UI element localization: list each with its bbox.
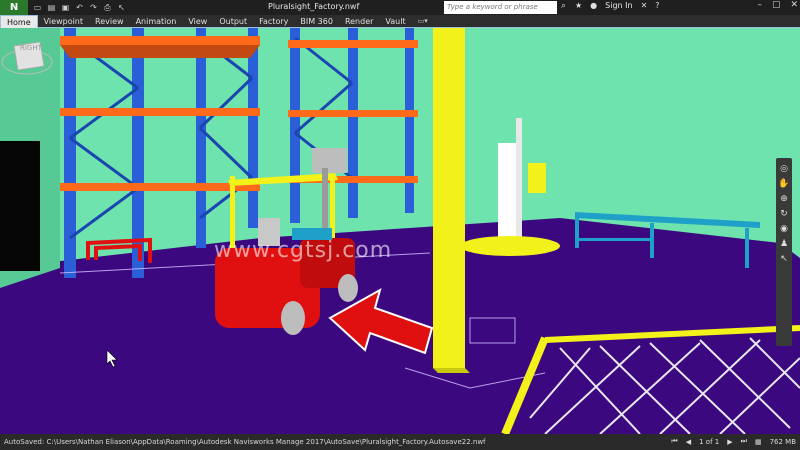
next-page-icon[interactable]: ▶ [727,438,732,446]
memory-usage: 762 MB [769,437,796,446]
doorway [0,141,40,271]
sign-in-link[interactable]: Sign In [605,1,632,10]
tab-bim360[interactable]: BIM 360 [294,15,339,28]
status-bar: AutoSaved: C:\Users\Nathan Eliason\AppDa… [0,434,800,450]
pallet-rack-right [288,28,418,223]
prev-page-icon[interactable]: ◀ [686,438,691,446]
tab-render[interactable]: Render [339,15,379,28]
3d-viewport[interactable]: RIGHT www.cgtsj.com ◎ ✋ ⊕ ↻ ◉ ♟ ↖ [0,28,800,434]
pan-icon[interactable]: ✋ [778,179,789,189]
ribbon-tabs: Home Viewpoint Review Animation View Out… [0,14,800,28]
open-icon[interactable]: ▤ [46,3,57,13]
search-input[interactable]: Type a keyword or phrase [444,1,557,14]
viewcube-face-label: RIGHT [20,44,43,52]
print-icon[interactable]: ⎙ [102,3,113,13]
performance-icon[interactable]: ▦ [755,438,762,446]
help-icon[interactable]: ? [655,1,659,10]
look-icon[interactable]: ◉ [780,224,788,234]
tab-review[interactable]: Review [89,15,130,28]
app-logo[interactable]: N [0,0,28,15]
exchange-icon[interactable]: ✕ [641,1,648,10]
close-icon[interactable]: ✕ [790,0,798,10]
minimize-icon[interactable]: – [757,0,762,10]
undo-icon[interactable]: ↶ [74,3,85,13]
select-icon[interactable]: ↖ [780,254,788,264]
star-icon[interactable]: ★ [575,1,582,10]
viewcube[interactable]: RIGHT [0,28,54,82]
orbit-icon[interactable]: ↻ [780,209,788,219]
tab-viewpoint[interactable]: Viewpoint [38,15,89,28]
tab-factory[interactable]: Factory [253,15,294,28]
redo-icon[interactable]: ↷ [88,3,99,13]
new-icon[interactable]: ▭ [32,3,43,13]
status-tools: ⏮ ◀ 1 of 1 ▶ ⏭ ▦ 762 MB [671,437,796,446]
tab-view[interactable]: View [182,15,213,28]
scene-render [0,28,800,434]
page-indicator: 1 of 1 [699,437,720,446]
document-title: Pluralsight_Factory.nwf [268,2,360,11]
window-controls: – ▢ ✕ [757,0,798,10]
maximize-icon[interactable]: ▢ [772,0,781,10]
ribbon-minimize-icon[interactable]: ▭▾ [418,17,428,25]
user-icon[interactable]: ● [590,1,597,10]
steering-wheel-icon[interactable]: ◎ [780,164,788,174]
autosave-status: AutoSaved: C:\Users\Nathan Eliason\AppDa… [4,438,486,446]
navigation-bar: ◎ ✋ ⊕ ↻ ◉ ♟ ↖ [776,158,792,346]
tab-animation[interactable]: Animation [130,15,183,28]
title-bar-tools: ★ ● Sign In ✕ ? [575,1,660,10]
title-bar: N ▭ ▤ ▣ ↶ ↷ ⎙ ↖ Pluralsight_Factory.nwf … [0,0,800,15]
tab-vault[interactable]: Vault [379,15,411,28]
search-icon[interactable]: ⌕ [561,1,566,11]
walk-icon[interactable]: ♟ [780,239,788,249]
select-icon[interactable]: ↖ [116,3,127,13]
zoom-icon[interactable]: ⊕ [780,194,788,204]
building-column [433,28,465,368]
tab-home[interactable]: Home [0,14,38,28]
first-page-icon[interactable]: ⏮ [671,437,677,446]
watermark-text: www.cgtsj.com [214,238,393,263]
tab-output[interactable]: Output [213,15,253,28]
save-icon[interactable]: ▣ [60,3,71,13]
navisworks-window: N ▭ ▤ ▣ ↶ ↷ ⎙ ↖ Pluralsight_Factory.nwf … [0,0,800,450]
quick-access-toolbar: ▭ ▤ ▣ ↶ ↷ ⎙ ↖ [32,3,127,13]
last-page-icon[interactable]: ⏭ [741,437,747,446]
